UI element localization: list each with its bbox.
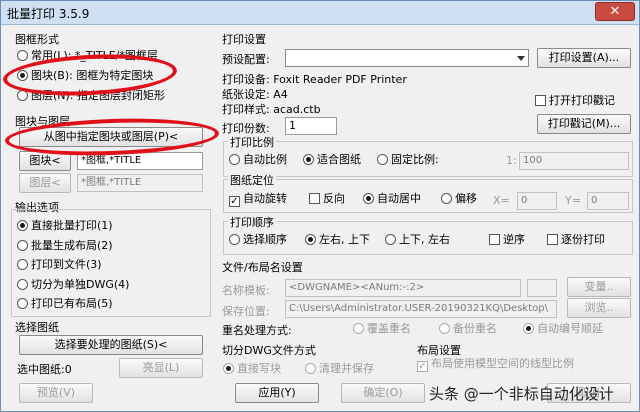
print-settings-label: 打印设置 (222, 33, 266, 46)
print-device-text: 打印设备: Foxit Reader PDF Printer (222, 73, 407, 86)
rename-label: 重名处理方式: (222, 324, 292, 337)
paper-setting-text: 纸张设定: A4 (222, 88, 288, 101)
highlight-button[interactable]: 亮显(L) (119, 358, 203, 378)
offset-x-input[interactable]: 0 (517, 192, 557, 210)
select-drawings-button[interactable]: 选择要处理的图纸(S)< (19, 335, 203, 355)
scale-fit-radio[interactable]: 适合图纸 (303, 153, 361, 167)
copies-input[interactable]: 1 (285, 117, 337, 135)
select-drawing-label: 选择图纸 (15, 321, 59, 334)
close-button[interactable]: ✕ (595, 2, 635, 21)
rename-backup-radio[interactable]: 备份重名 (439, 322, 497, 336)
name-template-input[interactable]: <DWGNAME><ANum:-:2> (285, 279, 521, 297)
variables-button[interactable]: 变量.. (567, 277, 631, 297)
print-settings-button[interactable]: 打印设置(A)... (537, 48, 631, 68)
offset-y-input[interactable]: 0 (587, 192, 629, 210)
order-left-right-radio[interactable]: 左右, 上下 (305, 233, 370, 247)
layout-linetype-checkbox[interactable]: ✓ 布局使用模型空间的线型比例 (417, 357, 574, 372)
ok-button[interactable]: 确定(O) (341, 383, 425, 403)
scale-fixed-radio[interactable]: 固定比例: (377, 153, 439, 167)
position-label: 图纸定位 (228, 172, 276, 188)
auto-center-radio[interactable]: 自动居中 (363, 192, 421, 206)
output-existing-layout-radio[interactable]: 打印已有布局(5) (17, 297, 113, 311)
browse-button[interactable]: 浏览.. (567, 298, 631, 318)
save-location-label: 保存位置: (222, 305, 270, 318)
output-file-radio[interactable]: 打印到文件(3) (17, 258, 102, 272)
split-write-block-radio[interactable]: 直接写块 (223, 362, 281, 376)
frame-style-label: 图框形式 (15, 33, 59, 46)
open-stamp-checkbox[interactable]: 打开打印戳记 (535, 94, 615, 108)
reverse-position-checkbox[interactable]: 反向 (309, 192, 345, 206)
batch-print-dialog: 批量打印 3.5.9 ✕ 图框形式 常用(L): *_TITLE/*图框层 图块… (0, 0, 640, 412)
sheet-by-sheet-checkbox[interactable]: 逐份打印 (547, 233, 605, 247)
layout-settings-label: 布局设置 (417, 344, 461, 357)
order-top-bottom-radio[interactable]: 上下, 左右 (385, 233, 450, 247)
print-stamp-button[interactable]: 打印戳记(M)... (537, 114, 631, 134)
reverse-order-checkbox[interactable]: 逆序 (489, 233, 525, 247)
chevron-down-icon (517, 56, 525, 61)
preset-label: 预设配置: (222, 53, 270, 66)
offset-radio[interactable]: 偏移 (441, 192, 477, 206)
scale-ratio-input[interactable]: 100 (519, 152, 629, 170)
title-bar: 批量打印 3.5.9 ✕ (1, 1, 639, 25)
x-label: X= (493, 194, 510, 207)
split-dwg-label: 切分DWG文件方式 (222, 344, 316, 357)
rename-overwrite-radio[interactable]: 覆盖重名 (353, 322, 411, 336)
rename-auto-number-radio[interactable]: 自动编号顺延 (523, 322, 603, 336)
output-layout-radio[interactable]: 批量生成布局(2) (17, 239, 113, 253)
window-title: 批量打印 3.5.9 (7, 7, 90, 21)
layer-pick-button[interactable]: 图层< (19, 173, 71, 193)
name-template-label: 名称模板: (222, 284, 270, 297)
watermark-text: 头条 @一个非标自动化设计 (429, 385, 614, 403)
save-location-input[interactable]: C:\Users\Administrator.USER-20190321KQ\D… (285, 300, 557, 318)
split-clean-save-radio[interactable]: 清理并保存 (305, 362, 374, 376)
preview-button[interactable]: 预览(V) (19, 383, 93, 403)
layer-name-input[interactable]: *图框,*TITLE (77, 174, 203, 192)
ratio-label: 1: (506, 154, 517, 167)
y-label: Y= (565, 194, 581, 207)
name-template-extra-input[interactable] (527, 279, 557, 297)
file-layout-label: 文件/布局名设置 (222, 261, 303, 274)
scale-label: 打印比例 (228, 134, 276, 150)
scale-auto-radio[interactable]: 自动比例 (229, 153, 287, 167)
selected-count: 选中图纸:0 (17, 363, 72, 376)
order-selection-radio[interactable]: 选择顺序 (229, 233, 287, 247)
print-style-text: 打印样式: acad.ctb (222, 103, 321, 116)
output-split-dwg-radio[interactable]: 切分为单独DWG(4) (17, 278, 129, 292)
auto-rotate-checkbox[interactable]: ✓ 自动旋转 (229, 192, 287, 207)
order-label: 打印顺序 (228, 214, 276, 230)
output-direct-print-radio[interactable]: 直接批量打印(1) (17, 219, 113, 233)
preset-config-select[interactable] (285, 49, 529, 67)
apply-button[interactable]: 应用(Y) (235, 383, 319, 403)
